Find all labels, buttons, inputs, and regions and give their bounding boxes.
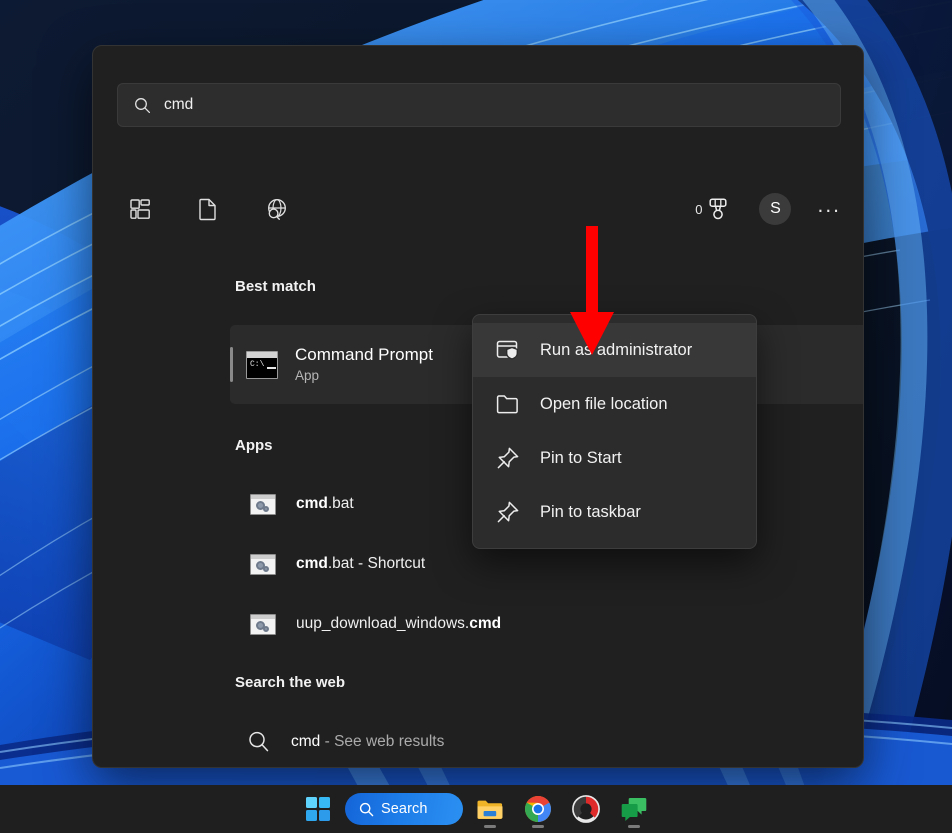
section-heading-search-the-web: Search the web: [235, 674, 345, 691]
command-prompt-icon: C:\: [246, 351, 278, 379]
pin-icon: [495, 499, 521, 525]
menu-item-label: Pin to taskbar: [540, 503, 641, 522]
taskbar-running-indicator: [484, 825, 496, 828]
file-explorer-icon: [475, 794, 505, 824]
rewards-button[interactable]: 0: [695, 197, 729, 221]
apps-grid-icon: [128, 197, 152, 221]
opera-gx-icon: [572, 795, 600, 823]
folder-open-icon: [495, 391, 521, 417]
menu-item-open-file-location[interactable]: Open file location: [473, 377, 756, 431]
web-globe-search-icon: [264, 197, 289, 222]
tab-apps[interactable]: [117, 189, 163, 229]
magnifier-icon: [246, 729, 272, 755]
bat-file-icon: [250, 554, 276, 575]
menu-item-label: Run as administrator: [540, 341, 692, 360]
context-menu: Run as administrator Open file location …: [472, 314, 757, 549]
selection-accent-bar: [230, 347, 233, 382]
menu-item-label: Pin to Start: [540, 449, 622, 468]
search-icon: [359, 802, 374, 817]
section-heading-apps: Apps: [235, 437, 273, 454]
result-text-group: Command Prompt App: [295, 344, 433, 385]
menu-item-label: Open file location: [540, 395, 668, 414]
bat-file-icon: [250, 494, 276, 515]
menu-item-pin-to-start[interactable]: Pin to Start: [473, 431, 756, 485]
rewards-points: 0: [695, 202, 702, 217]
menu-item-run-as-administrator[interactable]: Run as administrator: [473, 323, 756, 377]
cmd-file-icon: [250, 614, 276, 635]
section-heading-best-match: Best match: [235, 278, 316, 295]
taskbar-search-label: Search: [381, 801, 428, 817]
taskbar-file-explorer[interactable]: [469, 789, 511, 829]
avatar[interactable]: S: [759, 193, 791, 225]
list-item-label: uup_download_windows.cmd: [296, 615, 501, 633]
command-prompt-icon-text: C:\: [250, 360, 264, 369]
filter-tab-row: 0 S ...: [117, 184, 841, 234]
google-chrome-icon: [524, 795, 552, 823]
pin-icon: [495, 445, 521, 471]
taskbar-running-indicator: [628, 825, 640, 828]
tab-web[interactable]: [253, 189, 299, 229]
rewards-medal-icon: [707, 197, 729, 221]
search-icon: [134, 97, 151, 114]
menu-item-pin-to-taskbar[interactable]: Pin to taskbar: [473, 485, 756, 539]
taskbar-running-indicator: [532, 825, 544, 828]
search-input[interactable]: cmd: [117, 83, 841, 127]
taskbar-messaging[interactable]: [613, 789, 655, 829]
run-as-admin-shield-icon: [495, 337, 521, 363]
desktop: cmd: [0, 0, 952, 833]
taskbar-search-button[interactable]: Search: [345, 793, 463, 825]
more-options-button[interactable]: ...: [817, 195, 841, 224]
taskbar: Search: [0, 785, 952, 833]
taskbar-opera-gx[interactable]: [565, 789, 607, 829]
ellipsis-icon: ...: [817, 194, 841, 217]
avatar-initial: S: [770, 200, 781, 218]
document-page-icon: [196, 197, 220, 221]
list-item-label: cmd.bat: [296, 495, 354, 513]
taskbar-google-chrome[interactable]: [517, 789, 559, 829]
taskbar-start-button[interactable]: [297, 789, 339, 829]
search-query-text: cmd: [164, 96, 193, 114]
list-item-web-result[interactable]: cmd - See web results: [230, 720, 864, 764]
web-result-label: cmd - See web results: [291, 733, 444, 751]
result-title: Command Prompt: [295, 344, 433, 366]
tab-documents[interactable]: [185, 189, 231, 229]
list-item-label: cmd.bat - Shortcut: [296, 555, 425, 573]
result-subtitle: App: [295, 366, 433, 385]
messaging-icon: [620, 795, 648, 823]
list-item-app-3[interactable]: uup_download_windows.cmd: [230, 602, 864, 646]
windows-start-icon: [306, 797, 331, 822]
